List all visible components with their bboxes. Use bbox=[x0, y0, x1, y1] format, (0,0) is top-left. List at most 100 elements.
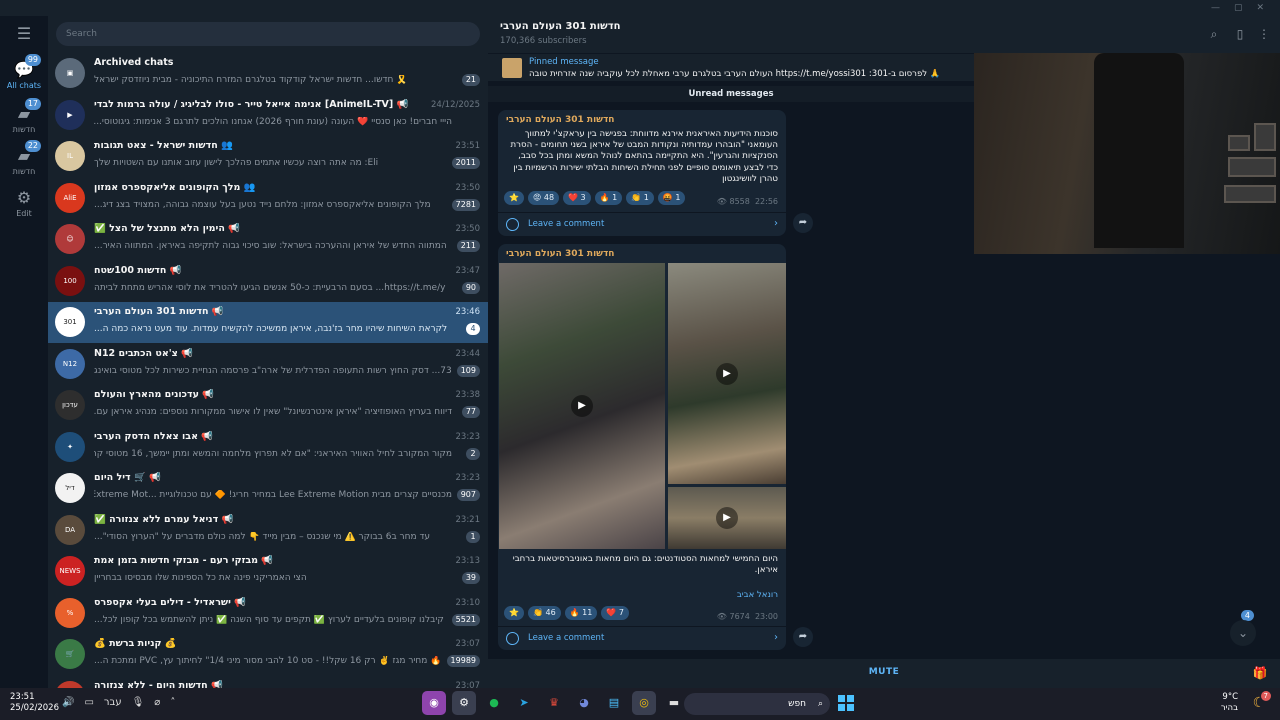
avatar: 🛒 bbox=[55, 639, 85, 669]
chat-time: 23:21 bbox=[455, 514, 481, 525]
taskbar-search[interactable]: חפש ⌕ bbox=[684, 693, 830, 715]
play-icon[interactable]: ▶ bbox=[716, 507, 738, 529]
hamburger-menu-icon[interactable]: ☰ bbox=[12, 24, 36, 44]
sidebar-toggle-icon[interactable]: ▯ bbox=[1232, 26, 1248, 42]
reaction[interactable]: ⭐ bbox=[504, 606, 524, 620]
chat-name: 📢 מבזקי רעם - מבזקי חדשות בזמן אמת bbox=[94, 555, 274, 566]
app-icon[interactable]: ◉ bbox=[422, 691, 446, 715]
reaction[interactable]: 👏 46 bbox=[527, 606, 561, 620]
more-options-icon[interactable]: ⋮ bbox=[1256, 26, 1272, 42]
chat-row[interactable]: IL 👥 חדשות ישראל - צאט תגובות 23:51 Eli: מה… bbox=[48, 136, 488, 177]
chat-name: 📢 הימין הלא מתנצל של הצל ✅ bbox=[94, 223, 240, 234]
search-input[interactable]: Search bbox=[56, 22, 480, 46]
steam-icon[interactable]: ⚙ bbox=[452, 691, 476, 715]
picture-in-picture-video[interactable] bbox=[974, 53, 1280, 254]
chat-row[interactable]: עדכון 📢 עדכונים מהארץ והעולם 23:38 דיווח בע… bbox=[48, 385, 488, 426]
chat-row[interactable]: DA 📢 דניאל עמרם ללא צנזורה ✅ 23:21 עד מחר ב… bbox=[48, 510, 488, 551]
video-thumbnail[interactable]: ▶ bbox=[499, 263, 665, 549]
leave-comment-button[interactable]: Leave a comment › bbox=[498, 626, 786, 650]
chat-name: 💰 קניות ברשת 💰 bbox=[94, 638, 177, 649]
app-icon[interactable]: ♛ bbox=[542, 691, 566, 715]
reaction[interactable]: 🔥 11 bbox=[564, 606, 598, 620]
chat-title: חדשות 301 העולם הערבי bbox=[500, 21, 621, 32]
reaction[interactable]: 😡 48 bbox=[527, 191, 560, 205]
folder-all-chats[interactable]: 💬 99 All chats bbox=[0, 54, 48, 100]
chat-row[interactable]: % 📢 ישראדיל - דילים בעלי אקספרס 23:10 קיבלנ… bbox=[48, 593, 488, 634]
chrome-icon[interactable]: ◎ bbox=[632, 691, 656, 715]
maximize-icon[interactable]: ▢ bbox=[1234, 0, 1243, 16]
chat-row[interactable]: AliE 👥 מלך הקופונים אליאקספרס אמזון 23:50 מ… bbox=[48, 178, 488, 219]
leave-comment-button[interactable]: Leave a comment › bbox=[498, 212, 786, 236]
display-icon[interactable]: ▭ bbox=[84, 697, 93, 708]
mute-button[interactable]: MUTE bbox=[488, 667, 1280, 677]
comment-icon bbox=[506, 632, 519, 645]
chat-row[interactable]: 📢 חדשות היום - ללא צנזורה 23:07 bbox=[48, 676, 488, 689]
spotify-icon[interactable]: ● bbox=[482, 691, 506, 715]
reaction[interactable]: 🔥 1 bbox=[594, 191, 623, 205]
subscriber-count: 170,366 subscribers bbox=[500, 36, 587, 46]
channel-post[interactable]: חדשות 301 העולם הערבי סוכנות הידיעות האי… bbox=[498, 110, 786, 236]
avatar: N12 bbox=[55, 348, 85, 379]
scroll-down-button[interactable]: ⌄ bbox=[1230, 620, 1256, 646]
chat-row[interactable]: NEWS 📢 מבזקי רעם - מבזקי חדשות בזמן אמת 23… bbox=[48, 551, 488, 592]
chat-row[interactable]: 100 📢 חדשות 100שטח 23:47 https://t.me/y... … bbox=[48, 261, 488, 302]
reaction[interactable]: ❤️ 3 bbox=[563, 191, 591, 205]
chat-row[interactable]: N12 📢 צ'אט הכתבים N12 23:44 73... דסק החוץ … bbox=[48, 344, 488, 385]
search-icon[interactable]: ⌕ bbox=[1206, 26, 1222, 42]
play-icon[interactable]: ▶ bbox=[571, 395, 593, 417]
microphone-icon[interactable]: 🎙 bbox=[132, 697, 145, 708]
chat-preview: 73... דסק החוץ רשות התעופה הפדרלית של אר… bbox=[94, 365, 452, 376]
minimize-icon[interactable]: — bbox=[1211, 0, 1220, 16]
channel-post[interactable]: חדשות 301 העולם הערבי ▶ ▶ ▶ היום החמישי … bbox=[498, 244, 786, 650]
avatar: ▶ bbox=[55, 99, 85, 130]
moon-weather-icon[interactable]: ☾ 7 bbox=[1250, 691, 1271, 712]
network-off-icon[interactable]: ⌀ bbox=[154, 697, 160, 708]
chat-preview: מכנסיים קצרים מבית Lee Extreme Motion במ… bbox=[94, 490, 452, 500]
notes-icon[interactable]: ▤ bbox=[602, 691, 626, 715]
pinned-message-bar[interactable]: Pinned message 🙏 לפרסום ב-301: https://t… bbox=[488, 53, 974, 81]
chat-time: 23:50 bbox=[455, 224, 481, 234]
chat-row[interactable]: ☺ 📢 הימין הלא מתנצל של הצל ✅ 23:50 המתווה ה… bbox=[48, 219, 488, 260]
chat-row[interactable]: 301 📢 חדשות 301 העולם הערבי 23:46 לקראת השי… bbox=[48, 302, 488, 343]
gift-icon[interactable]: 🎁 bbox=[1252, 665, 1268, 681]
chat-row[interactable]: 🛒 💰 קניות ברשת 💰 23:07 🔥 מחיר מגז ✌️ רק 16 … bbox=[48, 634, 488, 675]
reaction[interactable]: 🤬 1 bbox=[657, 191, 686, 205]
discord-icon[interactable]: ◕ bbox=[572, 691, 596, 715]
reactions-bar: ⭐ 😡 48 ❤️ 3 🔥 1 👏 1 🤬 1 bbox=[504, 191, 686, 205]
close-icon[interactable]: ✕ bbox=[1256, 0, 1264, 16]
folder-edit[interactable]: ⚙ Edit bbox=[0, 184, 48, 228]
chevron-up-icon[interactable]: ˄ bbox=[170, 697, 175, 708]
video-thumbnail[interactable]: ▶ bbox=[668, 487, 786, 549]
chat-row[interactable]: ✦ 📢 אבו צאלח הדסק הערבי 23:23 מקור המקורב ל… bbox=[48, 427, 488, 468]
folder-news-2[interactable]: ▰ 22 חדשות bbox=[0, 140, 48, 186]
play-icon[interactable]: ▶ bbox=[716, 362, 738, 385]
chat-row[interactable]: ▶ 📢 [AnimeIL-TV] אנימה אייאל טייר - סולו … bbox=[48, 95, 488, 136]
channel-footer: MUTE 🎁 bbox=[488, 659, 1280, 688]
reaction[interactable]: ❤️ 7 bbox=[601, 606, 629, 620]
chat-name: 📢 צ'אט הכתבים N12 bbox=[94, 347, 194, 359]
chat-preview: מלך הקופונים אליאקספרס אמזון: מלחם נייד … bbox=[94, 199, 431, 210]
chat-header[interactable]: חדשות 301 העולם הערבי 170,366 subscriber… bbox=[488, 16, 1280, 53]
language-indicator[interactable]: עבר bbox=[104, 697, 122, 708]
avatar: ☺ bbox=[55, 224, 85, 254]
folder-news-1[interactable]: ▰ 17 חדשות bbox=[0, 98, 48, 144]
reaction[interactable]: ⭐ bbox=[504, 191, 524, 205]
volume-icon[interactable]: 🔊 bbox=[62, 697, 74, 708]
chat-row[interactable]: דיל 📢 🛒 דיל היום 23:23 מכנסיים קצרים מבית L… bbox=[48, 468, 488, 509]
comment-label: Leave a comment bbox=[528, 219, 605, 229]
chat-name: 📢 חדשות היום - ללא צנזורה bbox=[94, 679, 223, 689]
weather-widget[interactable]: 9°C בהיר bbox=[1221, 692, 1238, 714]
windows-start-icon[interactable] bbox=[838, 695, 854, 711]
search-label: חפש bbox=[788, 699, 806, 709]
wall-picture bbox=[1228, 157, 1276, 177]
file-explorer-icon[interactable]: ▬ bbox=[662, 691, 686, 715]
reaction[interactable]: 👏 1 bbox=[626, 191, 654, 205]
forward-icon[interactable]: ➦ bbox=[793, 627, 813, 647]
archived-chats-row[interactable]: ▣ Archived chats 🎗️ חדשו... חדשות ישראל קו… bbox=[48, 53, 488, 94]
video-thumbnail[interactable]: ▶ bbox=[668, 263, 786, 484]
unread-badge: 21 bbox=[461, 74, 480, 86]
telegram-icon[interactable]: ➤ bbox=[512, 691, 536, 715]
folder-label: Edit bbox=[16, 209, 32, 218]
clock[interactable]: 23:51 25/02/2026 bbox=[10, 692, 59, 714]
forward-icon[interactable]: ➦ bbox=[793, 213, 813, 233]
